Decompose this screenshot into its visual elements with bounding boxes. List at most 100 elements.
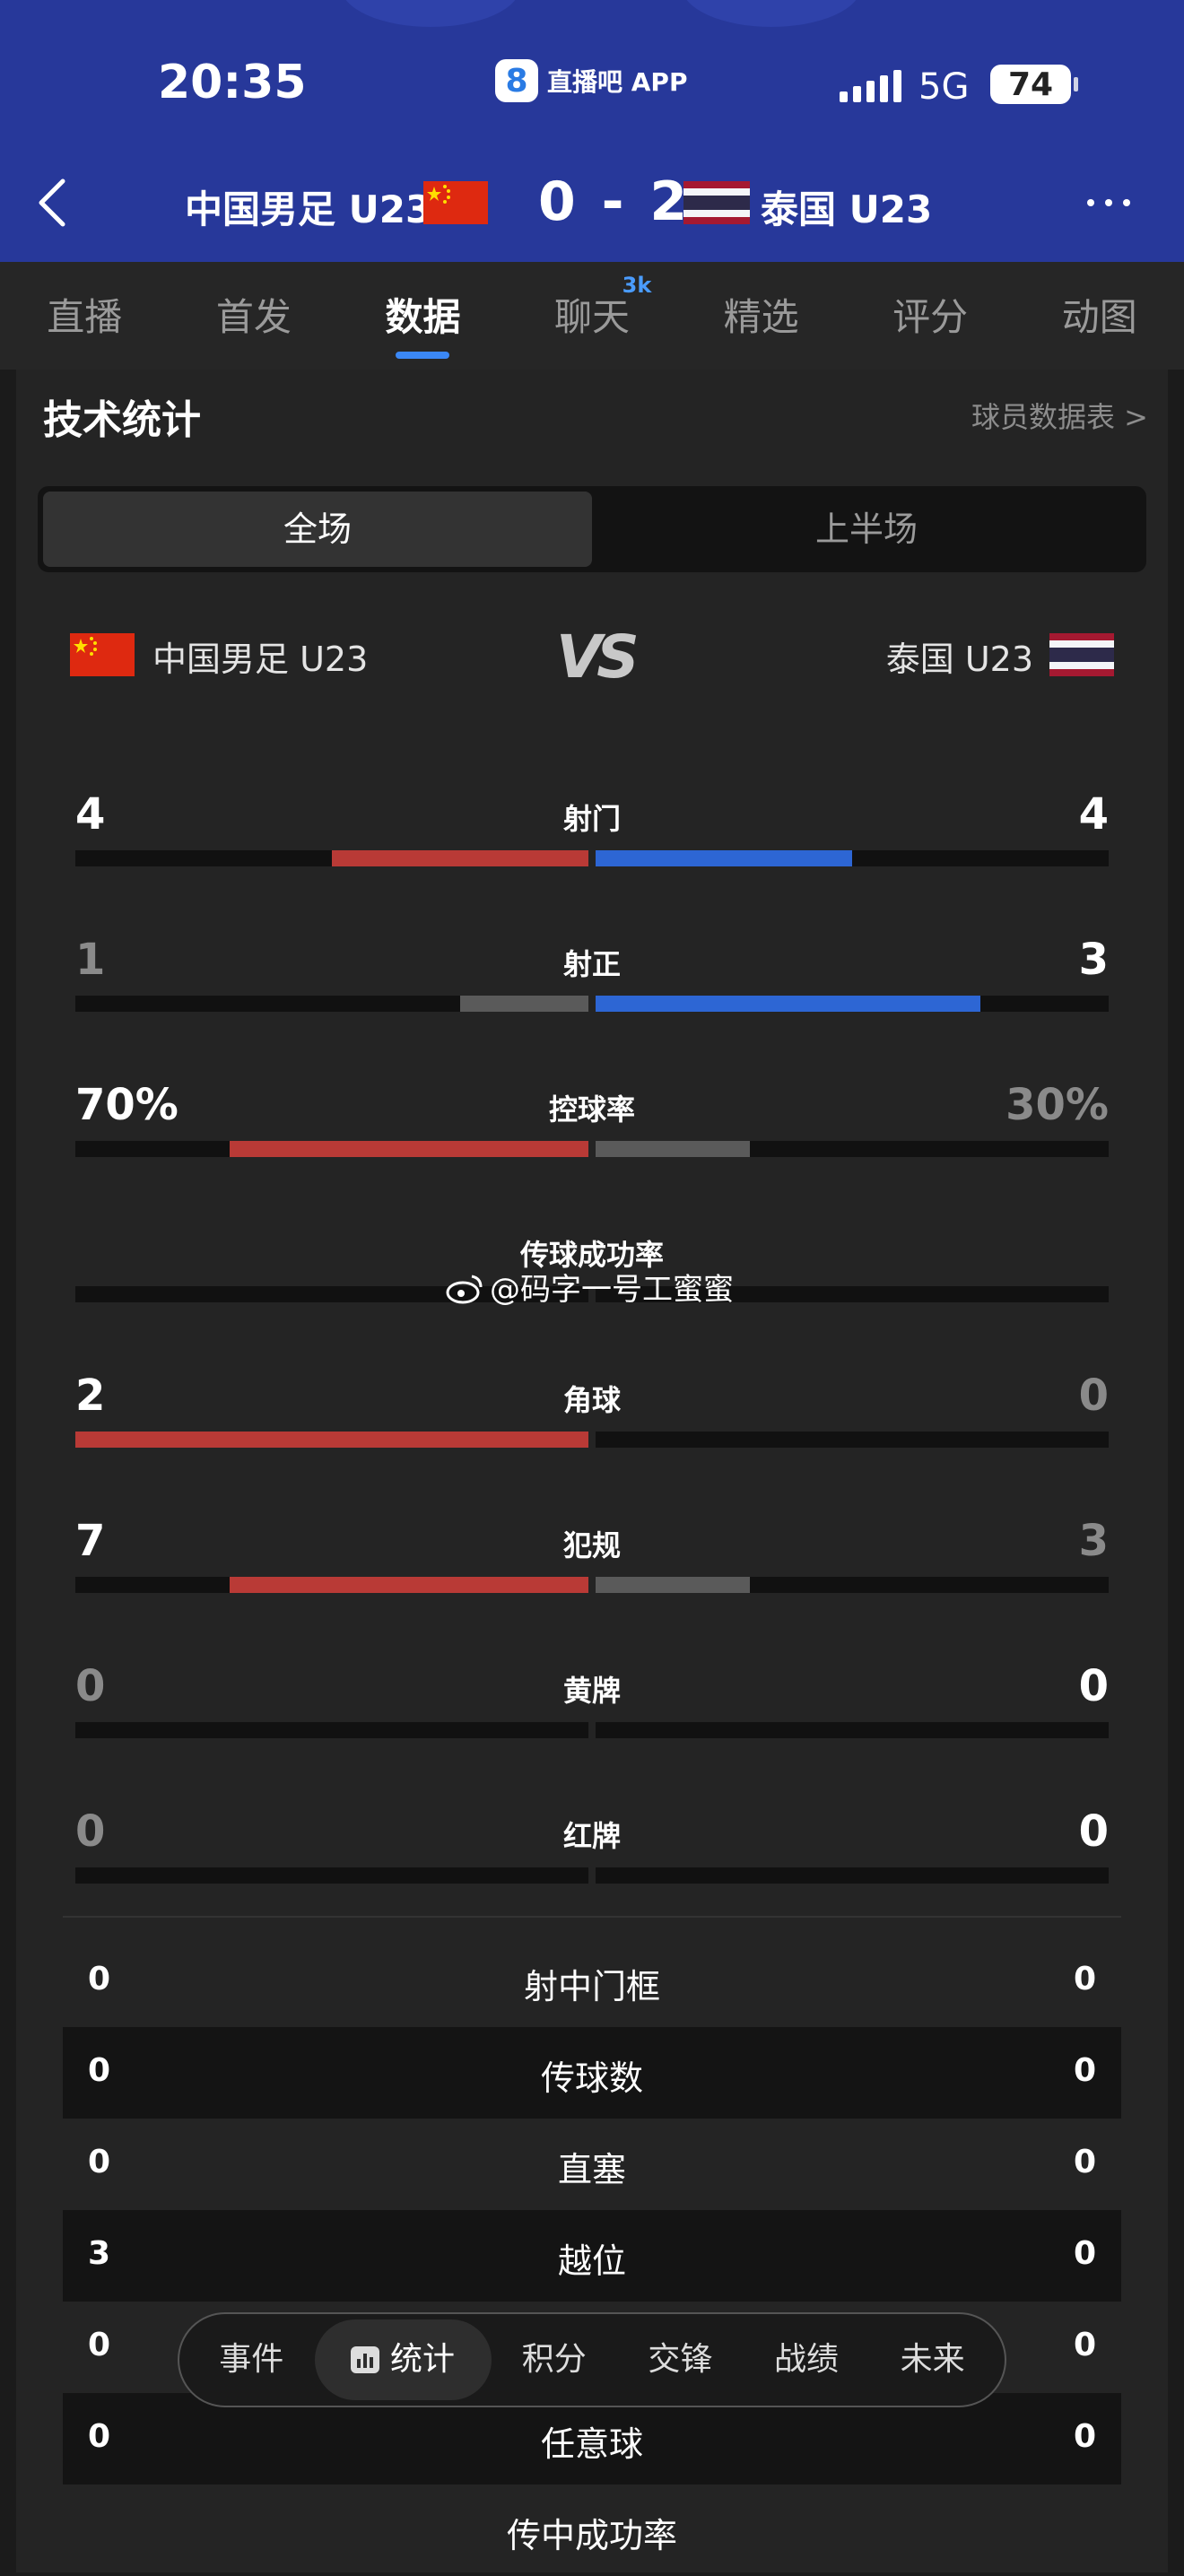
stat-label: 黄牌 <box>562 1674 621 1708</box>
nav-head-to-head[interactable]: 交锋 <box>617 2319 744 2400</box>
row-label: 直塞 <box>557 2150 626 2189</box>
nav-stats[interactable]: 统计 <box>314 2319 492 2400</box>
match-header: 20:35 8 直播吧 APP 5G 74 中国男足 U23 0 - 2 泰国 … <box>0 0 1184 262</box>
stat-label: 射正 <box>562 947 621 981</box>
tab-lineup[interactable]: 首发 <box>170 262 339 370</box>
nav-standings[interactable]: 积分 <box>492 2319 618 2400</box>
stat-away-track <box>596 1577 1109 1593</box>
stat-home-fill <box>229 1577 588 1593</box>
row-label: 越位 <box>557 2241 626 2281</box>
stat-away-value: 4 <box>1078 789 1109 840</box>
away-team-name: 泰国 U23 <box>761 187 933 231</box>
more-icon[interactable] <box>1087 199 1130 206</box>
tab-live[interactable]: 直播 <box>0 262 170 370</box>
stat-bar-row: 7 犯规 3 <box>75 1516 1109 1641</box>
section-title: 技术统计 <box>43 397 201 443</box>
thailand-flag-icon <box>1049 633 1114 676</box>
table-row: 0 传球数 0 <box>63 2027 1121 2119</box>
vs-logo: VS <box>556 622 640 692</box>
stat-home-fill <box>332 850 588 866</box>
tab-gifs[interactable]: 动图 <box>1014 262 1184 370</box>
row-label: 传球数 <box>540 2058 643 2098</box>
row-away-value: 0 <box>1073 2144 1096 2180</box>
row-away-value: 0 <box>1073 2235 1096 2272</box>
stat-bar-row: 0 红牌 0 <box>75 1806 1109 1932</box>
stat-away-value: 0 <box>1078 1806 1109 1857</box>
stat-home-track <box>75 850 588 866</box>
stats-icon <box>351 2346 380 2373</box>
row-label: 射中门框 <box>523 1967 660 2006</box>
watermark-text: @码字一号工蜜蜜 <box>490 1272 734 1308</box>
stat-away-value: 0 <box>1078 1661 1109 1711</box>
stat-label: 控球率 <box>548 1092 635 1127</box>
segment-full-match[interactable]: 全场 <box>43 492 592 567</box>
tab-data[interactable]: 数据 <box>338 262 508 370</box>
stat-away-fill <box>596 1577 750 1593</box>
status-time: 20:35 <box>158 56 307 109</box>
stat-away-fill <box>596 1141 750 1157</box>
period-segment: 全场 上半场 <box>38 486 1146 572</box>
stat-away-fill <box>596 850 852 866</box>
china-flag-icon <box>423 181 488 224</box>
nav-upcoming[interactable]: 未来 <box>869 2319 996 2400</box>
tab-chat[interactable]: 聊天 3k <box>508 262 677 370</box>
header-decoration <box>341 0 520 27</box>
row-label: 传中成功率 <box>506 2516 677 2555</box>
row-label: 任意球 <box>540 2424 643 2464</box>
chat-count-badge: 3k <box>622 273 652 298</box>
stat-away-value: 30% <box>1006 1080 1109 1130</box>
stat-home-track <box>75 1432 588 1448</box>
battery-icon: 74 <box>990 65 1078 104</box>
header-decoration <box>682 0 861 27</box>
home-team-name: 中国男足 U23 <box>185 187 432 231</box>
stat-home-fill <box>75 1432 588 1448</box>
row-away-value: 0 <box>1073 1961 1096 1997</box>
match-tabs: 直播 首发 数据 聊天 3k 精选 评分 动图 <box>0 262 1184 370</box>
stat-bar-row: 1 射正 3 <box>75 935 1109 1060</box>
stat-away-value: 0 <box>1078 1371 1109 1421</box>
app-badge: 8 直播吧 APP <box>495 59 687 102</box>
tab-highlights[interactable]: 精选 <box>676 262 846 370</box>
vs-home-team: 中国男足 U23 <box>152 640 369 679</box>
nav-events[interactable]: 事件 <box>188 2319 315 2400</box>
back-icon[interactable] <box>34 176 70 230</box>
stat-away-value: 3 <box>1078 1516 1109 1566</box>
stat-bar-row: 0 黄牌 0 <box>75 1661 1109 1787</box>
stat-away-track <box>596 1867 1109 1884</box>
player-stats-link[interactable]: 球员数据表 > <box>971 395 1148 436</box>
stat-label: 射门 <box>562 802 621 836</box>
stat-bar-row: 4 射门 4 <box>75 789 1109 915</box>
stat-home-track <box>75 1722 588 1738</box>
row-away-value: 0 <box>1073 2418 1096 2455</box>
stat-away-track <box>596 1722 1109 1738</box>
row-away-value: 0 <box>1073 2052 1096 2089</box>
section-divider <box>63 1916 1121 1918</box>
china-flag-icon <box>70 633 135 676</box>
thailand-flag-icon <box>683 181 750 224</box>
nav-record[interactable]: 战绩 <box>744 2319 870 2400</box>
bottom-nav: 事件 统计 积分 交锋 战绩 未来 <box>178 2312 1006 2407</box>
stat-home-track <box>75 1141 588 1157</box>
row-home-value: 0 <box>88 2327 111 2363</box>
stat-label: 犯规 <box>562 1528 621 1562</box>
stat-home-track <box>75 1577 588 1593</box>
table-row: 0 射中门框 0 <box>63 1936 1121 2027</box>
vs-away-team: 泰国 U23 <box>885 640 1033 679</box>
stat-label: 角球 <box>562 1383 621 1417</box>
app-name: 直播吧 APP <box>547 67 688 97</box>
table-row: 传中成功率 <box>63 2485 1121 2576</box>
stat-away-track <box>596 1432 1109 1448</box>
segment-first-half[interactable]: 上半场 <box>592 492 1141 567</box>
stat-home-fill <box>460 996 588 1012</box>
stat-label: 红牌 <box>562 1819 621 1853</box>
stat-away-value: 3 <box>1078 935 1109 985</box>
stat-away-fill <box>596 996 980 1012</box>
row-away-value: 0 <box>1073 2327 1096 2363</box>
tab-ratings[interactable]: 评分 <box>846 262 1015 370</box>
stat-home-track <box>75 1867 588 1884</box>
stat-home-track <box>75 996 588 1012</box>
table-row: 3 越位 0 <box>63 2210 1121 2302</box>
stat-away-track <box>596 1141 1109 1157</box>
stat-away-track <box>596 850 1109 866</box>
stat-away-track <box>596 996 1109 1012</box>
